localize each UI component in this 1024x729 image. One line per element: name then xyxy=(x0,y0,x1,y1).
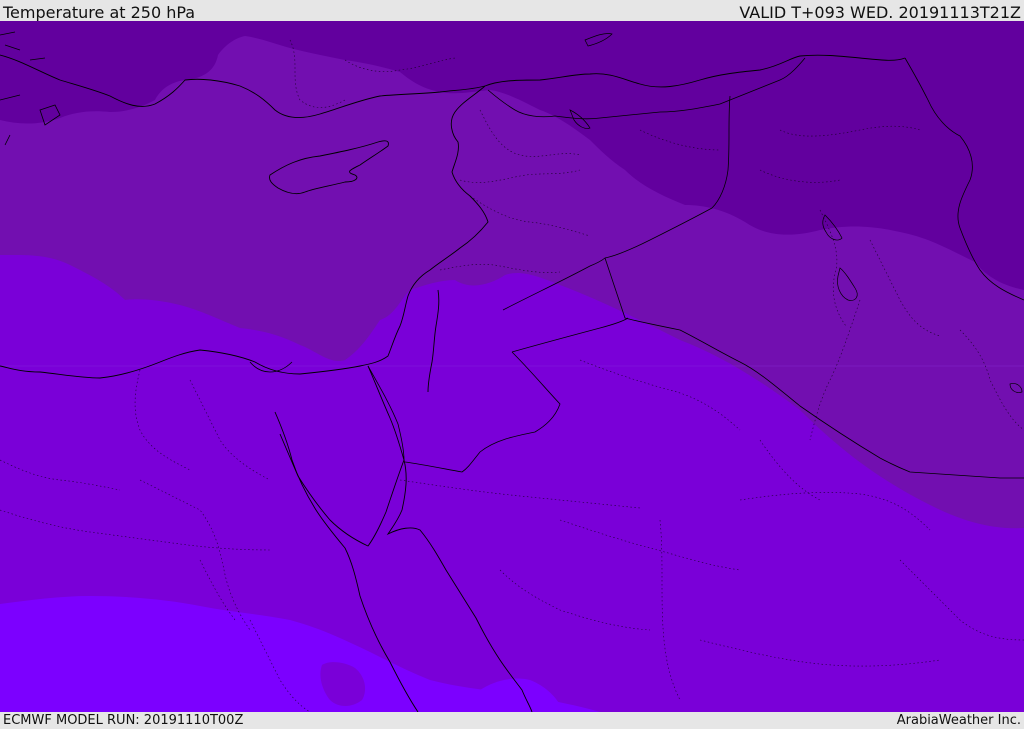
header-bar: Temperature at 250 hPa VALID T+093 WED. … xyxy=(0,0,1024,22)
valid-time-label: VALID T+093 WED. 20191113T21Z xyxy=(739,3,1021,22)
temperature-map[interactable] xyxy=(0,21,1024,712)
map-frame[interactable] xyxy=(0,21,1024,712)
footer-bar: ECMWF MODEL RUN: 20191110T00Z ArabiaWeat… xyxy=(0,712,1024,729)
credit-label: ArabiaWeather Inc. xyxy=(896,713,1021,728)
map-title: Temperature at 250 hPa xyxy=(3,3,196,22)
model-run-label: ECMWF MODEL RUN: 20191110T00Z xyxy=(3,713,244,728)
